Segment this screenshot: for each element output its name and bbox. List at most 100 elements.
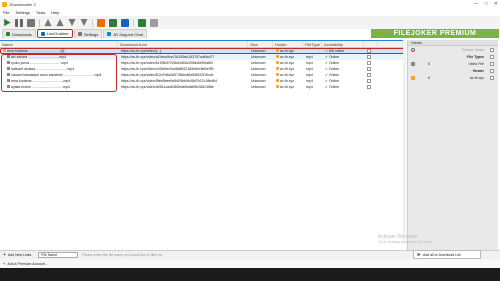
row-hoster: av-th.xyz <box>280 79 295 83</box>
toolbar-separator <box>92 18 93 27</box>
hoster-row[interactable]: Hoster <box>408 67 498 74</box>
package-hoster: av-th.xyz <box>280 49 295 53</box>
row-filetype: mp4 <box>306 79 313 83</box>
row-filetype: mp4 <box>306 73 313 77</box>
tab-settings[interactable]: Settings <box>73 29 103 38</box>
menu-file[interactable]: File <box>3 10 9 15</box>
online-icon: ✓ <box>325 55 328 59</box>
speed-limit-icon[interactable] <box>150 18 158 27</box>
videofile-row[interactable]: 6 Video File <box>408 60 498 67</box>
menu-bar: File Settings Tools Help <box>0 9 500 16</box>
stop-icon[interactable] <box>27 18 35 27</box>
windows-activation-watermark: Activate Windows Go to Settings to activ… <box>378 234 433 244</box>
move-down-icon[interactable] <box>68 18 76 27</box>
tab-downloads[interactable]: Downloads <box>2 29 36 38</box>
column-download-from[interactable]: Download from <box>118 41 248 47</box>
filetypes-row[interactable]: File Types <box>408 53 498 60</box>
row-checkbox[interactable] <box>367 66 371 71</box>
row-download-from: https://av-th.xyz/video/b12f6b1f7c9bd3d5… <box>121 61 214 65</box>
host-icon <box>276 55 279 58</box>
watermark-subtitle: Go to Settings to activate Windows. <box>378 240 434 244</box>
move-up-icon[interactable] <box>56 18 64 27</box>
filetypes-checkbox[interactable] <box>490 54 494 59</box>
filter-column-dropdown[interactable]: File Name <box>38 252 79 258</box>
gear-icon[interactable] <box>411 47 415 52</box>
package-checkbox[interactable] <box>367 48 371 53</box>
host-icon <box>276 49 279 52</box>
row-checkbox[interactable] <box>367 78 371 83</box>
tab-bar: Downloads LinkGrabber Settings JD Suppor… <box>0 29 147 38</box>
host-name: av-th.xyz <box>469 75 484 80</box>
online-icon: ✓ <box>325 73 328 77</box>
row-filetype: mp4 <box>306 61 313 65</box>
host-row[interactable]: 6 av-th.xyz <box>408 74 498 81</box>
column-name[interactable]: Name <box>0 41 118 47</box>
move-bottom-icon[interactable] <box>80 18 88 27</box>
tab-linkgrabber[interactable]: LinkGrabber <box>36 29 73 38</box>
custom-views-row[interactable]: Custom Views <box>408 46 498 53</box>
add-premium-account-link[interactable]: Add a Premium Account... <box>7 262 47 266</box>
filter-search-input[interactable]: Please enter the file name you would lik… <box>82 253 272 257</box>
tab-support-chat[interactable]: JD Support Chat <box>103 29 147 38</box>
reconnect-icon[interactable] <box>121 18 129 27</box>
start-downloads-icon[interactable] <box>4 18 11 27</box>
row-availability: Online <box>328 67 340 71</box>
clipboard-observer-icon[interactable] <box>97 18 105 27</box>
row-name: ryoko yuina ............................… <box>11 61 68 65</box>
row-name: ayaka moino ............................… <box>11 85 70 89</box>
host-checkbox[interactable] <box>490 75 494 80</box>
maximize-button[interactable]: □ <box>485 1 488 7</box>
window-title: JDownloader 2 <box>9 2 36 7</box>
row-checkbox[interactable] <box>367 54 371 59</box>
menu-settings[interactable]: Settings <box>15 10 29 15</box>
close-button[interactable]: ✕ <box>494 1 498 7</box>
update-icon[interactable] <box>138 18 146 27</box>
column-size[interactable]: Size <box>248 41 273 47</box>
video-file-icon <box>7 79 10 82</box>
online-icon: ✓ <box>325 61 328 65</box>
plus-icon: + <box>3 261 6 266</box>
linkgrabber-icon <box>40 31 45 36</box>
custom-views-checkbox[interactable] <box>490 47 494 52</box>
toolbar-separator <box>39 18 40 27</box>
row-hoster: av-th.xyz <box>280 61 295 65</box>
vertical-scrollbar[interactable] <box>403 40 406 244</box>
column-filetype[interactable]: FileType <box>303 41 322 47</box>
row-filetype: mp4 <box>306 55 313 59</box>
menu-help[interactable]: Help <box>51 10 59 15</box>
menu-tools[interactable]: Tools <box>36 10 45 15</box>
video-file-icon <box>7 73 10 76</box>
row-hoster: av-th.xyz <box>280 73 295 77</box>
row-size: Unknown <box>251 79 266 83</box>
move-top-icon[interactable] <box>44 18 52 27</box>
folder-icon <box>3 49 6 52</box>
pause-icon[interactable] <box>15 18 23 27</box>
video-file-icon <box>7 85 10 88</box>
table-header: Name Download from Size Hoster FileType … <box>0 41 404 48</box>
column-hoster[interactable]: Hoster <box>273 41 303 47</box>
hoster-checkbox[interactable] <box>490 68 494 73</box>
row-hoster: av-th.xyz <box>280 55 295 59</box>
videofile-checkbox[interactable] <box>490 61 494 66</box>
host-icon <box>276 61 279 64</box>
title-bar: JDownloader 2 — □ ✕ <box>0 0 500 9</box>
settings-icon <box>77 32 82 36</box>
custom-views-label: Custom Views <box>461 47 484 52</box>
package-availability: 6/6 online <box>328 49 345 53</box>
column-enabled[interactable] <box>364 41 378 47</box>
video-file-icon <box>7 61 10 64</box>
premium-icon[interactable] <box>109 18 117 27</box>
row-checkbox[interactable] <box>367 72 371 77</box>
video-file-icon <box>7 55 10 58</box>
column-availability[interactable]: Availability <box>322 41 364 47</box>
chat-icon <box>107 32 112 36</box>
minimize-button[interactable]: — <box>474 1 479 7</box>
row-name: rena kodama ............................… <box>11 79 71 83</box>
premium-banner[interactable]: FILEJOKER PREMIUM <box>371 29 499 38</box>
add-all-to-download-list-button[interactable]: Add all to Download List <box>413 250 481 259</box>
row-hoster: av-th.xyz <box>280 85 295 89</box>
table-row[interactable]: ayaka moino ............................… <box>1 84 403 90</box>
row-checkbox[interactable] <box>367 84 371 89</box>
views-sidebar: Views Custom Views File Types 6 Video Fi… <box>407 40 498 251</box>
row-checkbox[interactable] <box>367 60 371 65</box>
